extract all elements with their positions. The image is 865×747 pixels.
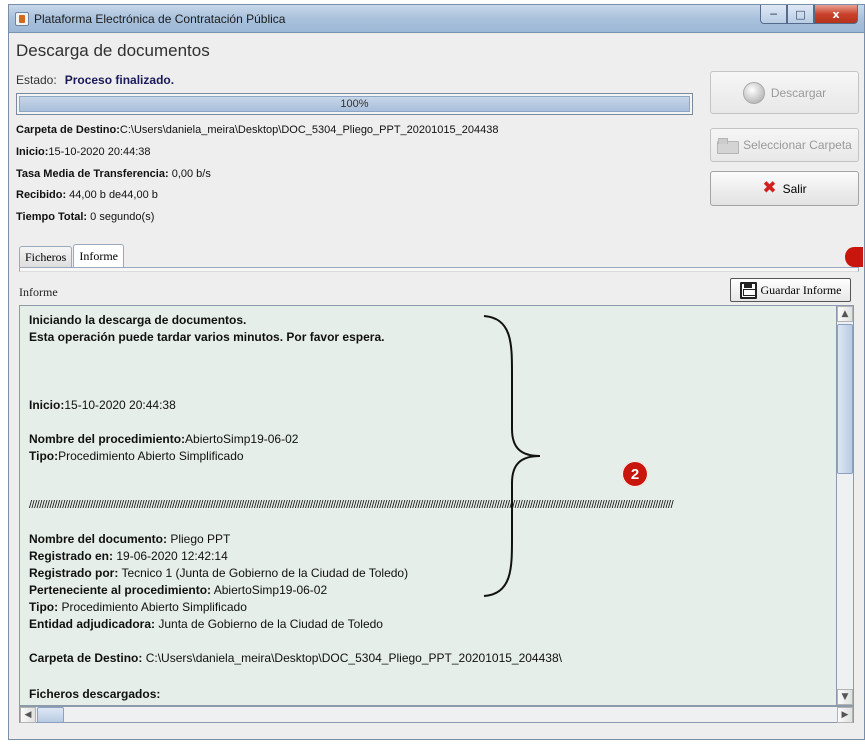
received-label: Recibido: bbox=[16, 189, 67, 201]
destination-folder-label: Carpeta de Destino: bbox=[16, 124, 120, 136]
total-time-label: Tiempo Total: bbox=[16, 211, 88, 223]
progress-text: 100% bbox=[340, 98, 369, 110]
report-type2-value: Procedimiento Abierto Simplificado bbox=[58, 600, 247, 614]
main-content: Descarga de documentos Estado: Proceso fi… bbox=[9, 34, 864, 739]
page-title: Descarga de documentos bbox=[16, 41, 210, 60]
report-registered-on-line: Registrado en: 19-06-2020 12:42:14 bbox=[29, 548, 827, 565]
annotation-marker-1 bbox=[845, 247, 863, 267]
received-info: Recibido: 44,00 b de44,00 b bbox=[16, 189, 158, 201]
report-line-wait: Esta operación puede tardar varios minut… bbox=[29, 330, 385, 344]
received-value: 44,00 b de44,00 b bbox=[66, 189, 158, 201]
report-line-start: Iniciando la descarga de documentos. bbox=[29, 313, 247, 327]
report-entity-value: Junta de Gobierno de la Ciudad de Toledo bbox=[155, 617, 383, 631]
horizontal-scroll-thumb[interactable] bbox=[37, 707, 64, 723]
report-files-line: Ficheros descargados: bbox=[29, 686, 827, 703]
folder-icon bbox=[717, 138, 740, 154]
download-button-label: Descargar bbox=[770, 85, 827, 100]
report-text-area[interactable]: Iniciando la descarga de documentos. Est… bbox=[19, 305, 837, 706]
start-value: 15-10-2020 20:44:38 bbox=[48, 146, 151, 158]
transfer-rate-info: Tasa Media de Transferencia: 0,00 b/s bbox=[16, 168, 211, 180]
maximize-button[interactable]: □ bbox=[787, 5, 814, 24]
report-start-line: Inicio:15-10-2020 20:44:38 bbox=[29, 397, 827, 414]
select-folder-button[interactable]: Seleccionar Carpeta bbox=[710, 128, 859, 162]
report-start-value: 15-10-2020 20:44:38 bbox=[64, 398, 176, 412]
report-registered-by-label: Registrado por: bbox=[29, 566, 119, 580]
report-belongs-label: Perteneciente al procedimiento: bbox=[29, 583, 212, 597]
report-registered-by-value: Tecnico 1 (Junta de Gobierno de la Ciuda… bbox=[118, 566, 409, 580]
vertical-scroll-thumb[interactable] bbox=[837, 324, 853, 474]
scroll-down-icon[interactable]: ▼ bbox=[837, 689, 853, 705]
report-entity-label: Entidad adjudicadora: bbox=[29, 617, 156, 631]
red-x-icon: ✖ bbox=[762, 178, 777, 198]
report-separator: ////////////////////////////////////////… bbox=[29, 499, 674, 511]
report-type-line: Tipo:Procedimiento Abierto Simplificado bbox=[29, 448, 827, 465]
scroll-up-icon[interactable]: ▲ bbox=[837, 306, 853, 322]
report-procedure-name-line: Nombre del procedimiento:AbiertoSimp19-0… bbox=[29, 431, 827, 448]
report-type-value: Procedimiento Abierto Simplificado bbox=[58, 449, 244, 463]
tab-informe[interactable]: Informe bbox=[73, 244, 124, 267]
report-panel: Iniciando la descarga de documentos. Est… bbox=[19, 280, 860, 723]
download-disc-icon bbox=[742, 81, 765, 104]
scroll-right-icon[interactable]: ▶ bbox=[837, 707, 853, 723]
report-destination-value: C:\Users\daniela_meira\Desktop\DOC_5304_… bbox=[142, 651, 562, 665]
report-registered-on-label: Registrado en: bbox=[29, 549, 114, 563]
select-folder-button-label: Seleccionar Carpeta bbox=[743, 138, 852, 152]
report-type-label: Tipo: bbox=[29, 449, 59, 463]
transfer-rate-value: 0,00 b/s bbox=[168, 168, 211, 180]
report-destination-label: Carpeta de Destino: bbox=[29, 651, 143, 665]
destination-folder-info: Carpeta de Destino:C:\Users\daniela_meir… bbox=[16, 124, 498, 136]
exit-button-label: Salir bbox=[782, 181, 807, 196]
destination-folder-value: C:\Users\daniela_meira\Desktop\DOC_5304_… bbox=[119, 124, 499, 136]
minimize-button[interactable]: ─ bbox=[760, 5, 787, 24]
report-type2-label: Tipo: bbox=[29, 600, 59, 614]
report-procedure-name-label: Nombre del procedimiento: bbox=[29, 432, 186, 446]
report-entity-line: Entidad adjudicadora: Junta de Gobierno … bbox=[29, 616, 827, 633]
progress-bar: 100% bbox=[16, 93, 693, 115]
report-files-label: Ficheros descargados: bbox=[29, 687, 161, 701]
report-belongs-value: AbiertoSimp19-06-02 bbox=[211, 583, 328, 597]
report-destination-line: Carpeta de Destino: C:\Users\daniela_mei… bbox=[29, 650, 827, 667]
report-belongs-line: Perteneciente al procedimiento: AbiertoS… bbox=[29, 582, 827, 599]
report-document-name-label: Nombre del documento: bbox=[29, 532, 168, 546]
exit-button[interactable]: ✖ Salir bbox=[710, 171, 859, 206]
status-value: Proceso finalizado. bbox=[64, 73, 175, 87]
java-app-icon bbox=[15, 12, 29, 26]
total-time-value: 0 segundo(s) bbox=[87, 211, 155, 223]
horizontal-scrollbar[interactable]: ◀ ▶ bbox=[19, 706, 854, 723]
window-title: Plataforma Electrónica de Contratación P… bbox=[34, 12, 286, 26]
window-controls: ─ □ x bbox=[760, 5, 858, 25]
report-registered-on-value: 19-06-2020 12:42:14 bbox=[113, 549, 228, 563]
total-time-info: Tiempo Total: 0 segundo(s) bbox=[16, 211, 154, 223]
download-button[interactable]: Descargar bbox=[710, 71, 859, 114]
annotation-badge: 2 bbox=[622, 461, 648, 487]
annotation-brace bbox=[483, 315, 541, 597]
tab-bar: Ficheros Informe bbox=[19, 244, 125, 267]
status-line: Estado: Proceso finalizado. bbox=[16, 73, 174, 87]
report-start-label: Inicio: bbox=[29, 398, 65, 412]
close-window-button[interactable]: x bbox=[814, 5, 858, 24]
report-document-name-value: Pliego PPT bbox=[167, 532, 231, 546]
title-bar[interactable]: Plataforma Electrónica de Contratación P… bbox=[9, 5, 864, 33]
tab-panel-border bbox=[19, 267, 859, 272]
start-info: Inicio:15-10-2020 20:44:38 bbox=[16, 146, 151, 158]
report-type2-line: Tipo: Procedimiento Abierto Simplificado bbox=[29, 599, 827, 616]
app-window: Plataforma Electrónica de Contratación P… bbox=[8, 4, 865, 740]
report-registered-by-line: Registrado por: Tecnico 1 (Junta de Gobi… bbox=[29, 565, 827, 582]
start-label: Inicio: bbox=[16, 146, 49, 158]
transfer-rate-label: Tasa Media de Transferencia: bbox=[16, 168, 169, 180]
status-label: Estado: bbox=[16, 73, 57, 87]
report-procedure-name-value: AbiertoSimp19-06-02 bbox=[185, 432, 299, 446]
tab-ficheros[interactable]: Ficheros bbox=[19, 246, 73, 267]
report-document-name-line: Nombre del documento: Pliego PPT bbox=[29, 531, 827, 548]
scroll-left-icon[interactable]: ◀ bbox=[20, 707, 36, 723]
vertical-scrollbar[interactable]: ▲ ▼ bbox=[837, 305, 854, 706]
